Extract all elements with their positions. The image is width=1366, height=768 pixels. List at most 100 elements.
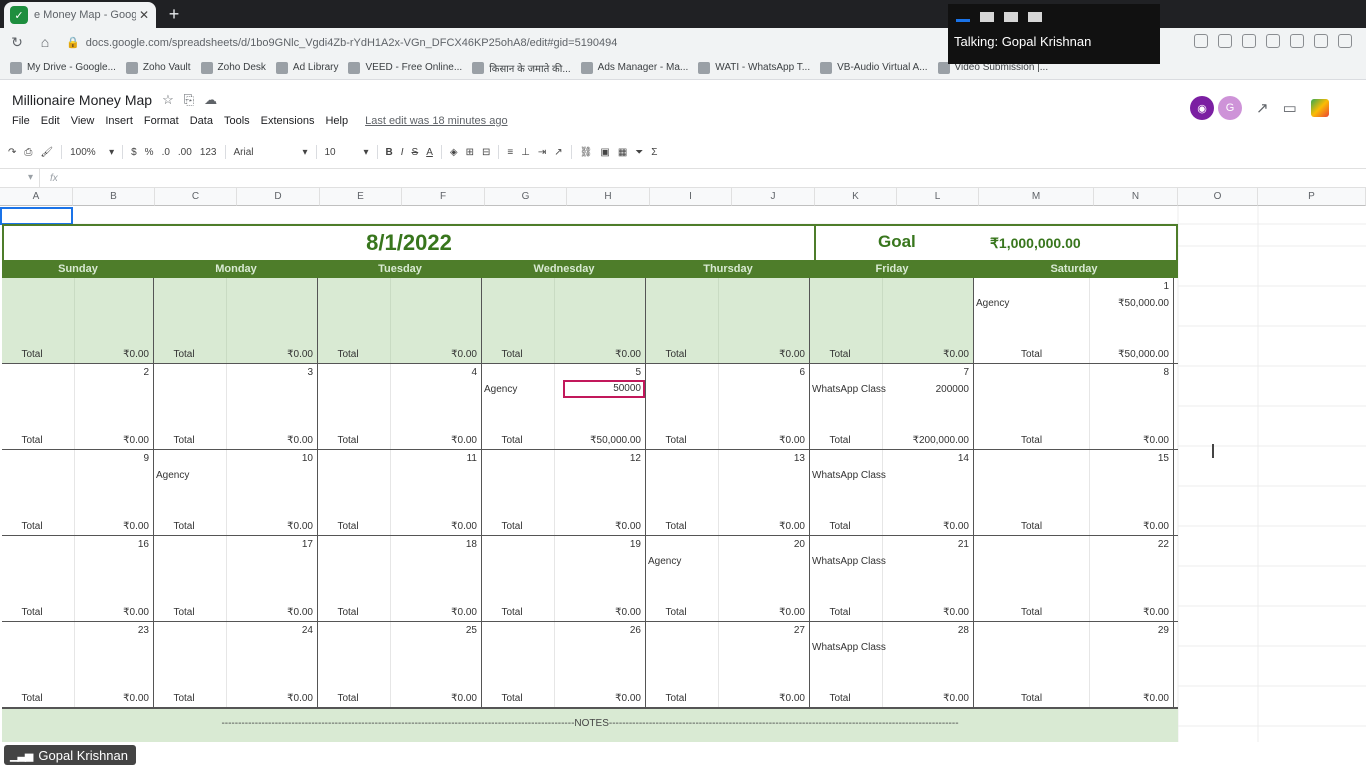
day-cell[interactable]: 23 Total ₹0.00 — [2, 622, 154, 707]
fill-color-icon[interactable]: ◈ — [450, 147, 458, 158]
column-header[interactable]: J — [732, 188, 815, 206]
minimize-icon[interactable] — [956, 19, 970, 22]
day-cell[interactable]: 10 Agency Total ₹0.00 — [154, 450, 318, 535]
day-cell[interactable]: Total ₹0.00 — [2, 278, 154, 363]
menu-view[interactable]: View — [71, 115, 95, 127]
notes-section[interactable]: ----------------------------------------… — [2, 708, 1178, 742]
column-header[interactable]: O — [1178, 188, 1258, 206]
weekday-monday[interactable]: Monday — [154, 260, 318, 278]
day-cell[interactable]: 18 Total ₹0.00 — [318, 536, 482, 621]
column-header[interactable]: K — [815, 188, 897, 206]
day-cell[interactable]: 20 Agency Total ₹0.00 — [646, 536, 810, 621]
column-header[interactable]: L — [897, 188, 979, 206]
filter-icon[interactable]: ⏷ — [635, 147, 643, 158]
column-header[interactable]: M — [979, 188, 1094, 206]
day-cell[interactable]: Total ₹0.00 — [482, 278, 646, 363]
link-icon[interactable]: ⛓ — [580, 147, 593, 158]
day-cell[interactable]: 1 Agency ₹50,000.00 Total ₹50,000.00 — [974, 278, 1174, 363]
bookmark-item[interactable]: Zoho Desk — [200, 61, 266, 74]
close-icon[interactable]: ✕ — [136, 8, 152, 22]
bookmark-item[interactable]: Zoho Vault — [125, 61, 191, 74]
bookmark-item[interactable]: VB-Audio Virtual A... — [820, 61, 928, 74]
day-cell[interactable]: 25 Total ₹0.00 — [318, 622, 482, 707]
avatar[interactable]: ◉ — [1190, 96, 1214, 120]
address-bar[interactable]: 🔒 docs.google.com/spreadsheets/d/1bo9GNlc… — [66, 36, 617, 49]
day-cell[interactable]: 29 Total ₹0.00 — [974, 622, 1174, 707]
menu-data[interactable]: Data — [190, 115, 213, 127]
column-header[interactable]: D — [237, 188, 320, 206]
day-cell[interactable]: 5 Agency 50000 Total ₹50,000.00 — [482, 364, 646, 449]
redo-icon[interactable]: ↷ — [8, 147, 16, 158]
meet-icon[interactable] — [1310, 99, 1329, 117]
menu-edit[interactable]: Edit — [41, 115, 60, 127]
camera-icon[interactable] — [1218, 34, 1232, 48]
day-cell[interactable]: Total ₹0.00 — [154, 278, 318, 363]
cloud-icon[interactable]: ☁ — [204, 92, 217, 108]
calendar-date[interactable]: 8/1/2022 — [4, 226, 816, 260]
percent-button[interactable]: % — [145, 147, 154, 158]
home-icon[interactable]: ⌂ — [34, 34, 56, 50]
browser-tab[interactable]: ✓ e Money Map - Googl ✕ — [4, 2, 156, 28]
column-header[interactable]: A — [0, 188, 73, 206]
borders-icon[interactable]: ⊞ — [466, 147, 474, 158]
avatar[interactable]: G — [1218, 96, 1242, 120]
column-header[interactable]: H — [567, 188, 650, 206]
weekday-friday[interactable]: Friday — [810, 260, 974, 278]
text-color-button[interactable]: A — [426, 147, 433, 158]
day-cell[interactable]: 12 Total ₹0.00 — [482, 450, 646, 535]
day-cell[interactable]: 24 Total ₹0.00 — [154, 622, 318, 707]
star-icon[interactable]: ☆ — [162, 92, 174, 108]
goal-value[interactable]: ₹1,000,000.00 — [990, 235, 1081, 252]
goal-label[interactable]: Goal — [878, 232, 916, 252]
menu-extensions[interactable]: Extensions — [261, 115, 315, 127]
column-header[interactable]: I — [650, 188, 732, 206]
layout-large-icon[interactable] — [1004, 12, 1018, 22]
day-cell[interactable]: Total ₹0.00 — [810, 278, 974, 363]
column-header[interactable]: C — [155, 188, 237, 206]
column-header[interactable]: N — [1094, 188, 1178, 206]
decrease-decimal-button[interactable]: .0 — [162, 147, 170, 158]
column-header[interactable]: G — [485, 188, 567, 206]
day-cell[interactable]: 21 WhatsApp Class Total ₹0.00 — [810, 536, 974, 621]
menu-help[interactable]: Help — [325, 115, 348, 127]
menu-icon[interactable] — [1338, 34, 1352, 48]
reload-icon[interactable]: ↻ — [6, 34, 28, 51]
extension-icon[interactable] — [1290, 34, 1304, 48]
extension-icon[interactable] — [1194, 34, 1208, 48]
font-size-select[interactable]: 10 ▾ — [325, 144, 369, 160]
selected-cell[interactable] — [0, 207, 73, 225]
chart-icon[interactable]: ▦ — [618, 147, 627, 158]
font-select[interactable]: Arial ▾ — [234, 144, 308, 160]
layout-small-icon[interactable] — [980, 12, 994, 22]
vertical-align-icon[interactable]: ⊥ — [521, 147, 530, 158]
day-cell[interactable]: 14 WhatsApp Class Total ₹0.00 — [810, 450, 974, 535]
day-cell[interactable]: 26 Total ₹0.00 — [482, 622, 646, 707]
day-cell[interactable]: Total ₹0.00 — [646, 278, 810, 363]
increase-decimal-button[interactable]: .00 — [178, 147, 192, 158]
functions-button[interactable]: Σ — [651, 147, 657, 158]
paint-format-icon[interactable]: 🖌 — [40, 147, 53, 158]
comment-icon[interactable]: ▭ — [1283, 99, 1297, 117]
menu-format[interactable]: Format — [144, 115, 179, 127]
more-formats-button[interactable]: 123 — [200, 147, 217, 158]
bookmark-item[interactable]: किसान के जमाते की... — [472, 61, 571, 75]
bookmark-item[interactable]: VEED - Free Online... — [348, 61, 462, 74]
bookmark-item[interactable]: Ads Manager - Ma... — [580, 61, 688, 74]
day-cell[interactable]: 2 Total ₹0.00 — [2, 364, 154, 449]
bookmark-item[interactable]: Ad Library — [275, 61, 338, 74]
day-cell[interactable]: 19 Total ₹0.00 — [482, 536, 646, 621]
weekday-thursday[interactable]: Thursday — [646, 260, 810, 278]
extension-icon[interactable] — [1266, 34, 1280, 48]
day-cell[interactable]: 28 WhatsApp Class Total ₹0.00 — [810, 622, 974, 707]
day-cell[interactable]: 13 Total ₹0.00 — [646, 450, 810, 535]
text-wrap-icon[interactable]: ⇥ — [538, 147, 546, 158]
day-cell[interactable]: 9 Total ₹0.00 — [2, 450, 154, 535]
menu-tools[interactable]: Tools — [224, 115, 250, 127]
bold-button[interactable]: B — [386, 147, 393, 158]
day-cell[interactable]: 7 WhatsApp Class 200000 Total ₹200,000.00 — [810, 364, 974, 449]
day-cell[interactable]: 3 Total ₹0.00 — [154, 364, 318, 449]
day-cell[interactable]: Total ₹0.00 — [318, 278, 482, 363]
day-cell[interactable]: 17 Total ₹0.00 — [154, 536, 318, 621]
move-icon[interactable]: ⎘ — [184, 92, 194, 108]
weekday-saturday[interactable]: Saturday — [974, 260, 1174, 278]
